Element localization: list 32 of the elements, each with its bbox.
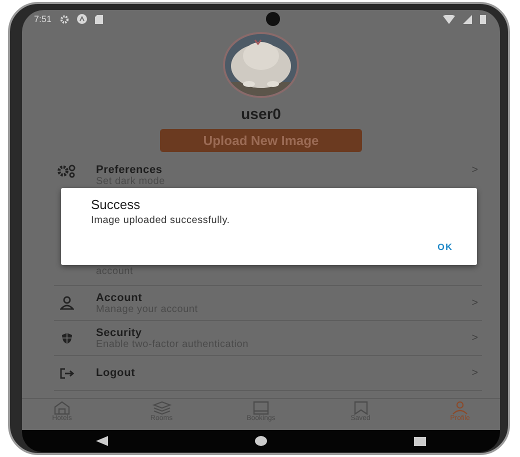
logout-icon: [60, 368, 74, 378]
chevron: >: [472, 332, 478, 344]
signal-icon: [463, 14, 472, 24]
chevron: >: [472, 297, 478, 309]
person-icon: [452, 401, 468, 415]
home-icon[interactable]: [254, 436, 267, 446]
layers-icon: [152, 401, 172, 415]
gears-icon: [57, 164, 77, 178]
person-icon: [60, 296, 74, 310]
username: user0: [240, 106, 282, 123]
gear-icon: [60, 14, 69, 24]
menu-item-title[interactable]: Logout: [96, 367, 472, 379]
menu-item-title[interactable]: Account: [96, 292, 472, 304]
chevron: >: [472, 164, 478, 176]
clock: 7:51: [34, 14, 52, 24]
menu-item-title[interactable]: Security: [96, 326, 472, 338]
sd-card-icon: [94, 14, 103, 24]
battery-icon: [480, 14, 486, 24]
dialog-title: Success: [91, 197, 140, 212]
wifi-icon: [443, 14, 455, 24]
back-icon[interactable]: [96, 436, 108, 446]
circle-icon: [76, 14, 87, 24]
recents-icon[interactable]: [414, 436, 426, 446]
camera-icon: [266, 12, 280, 26]
menu-item-title[interactable]: Preferences: [96, 164, 472, 176]
house-icon: [53, 401, 71, 415]
dialog-message: Image uploaded successfully.: [91, 215, 230, 226]
book-icon: [253, 401, 269, 415]
shield-icon: [61, 332, 73, 344]
bookmark-icon: [354, 401, 368, 415]
ok-button[interactable]: OK: [434, 240, 457, 254]
chevron: >: [472, 367, 478, 379]
